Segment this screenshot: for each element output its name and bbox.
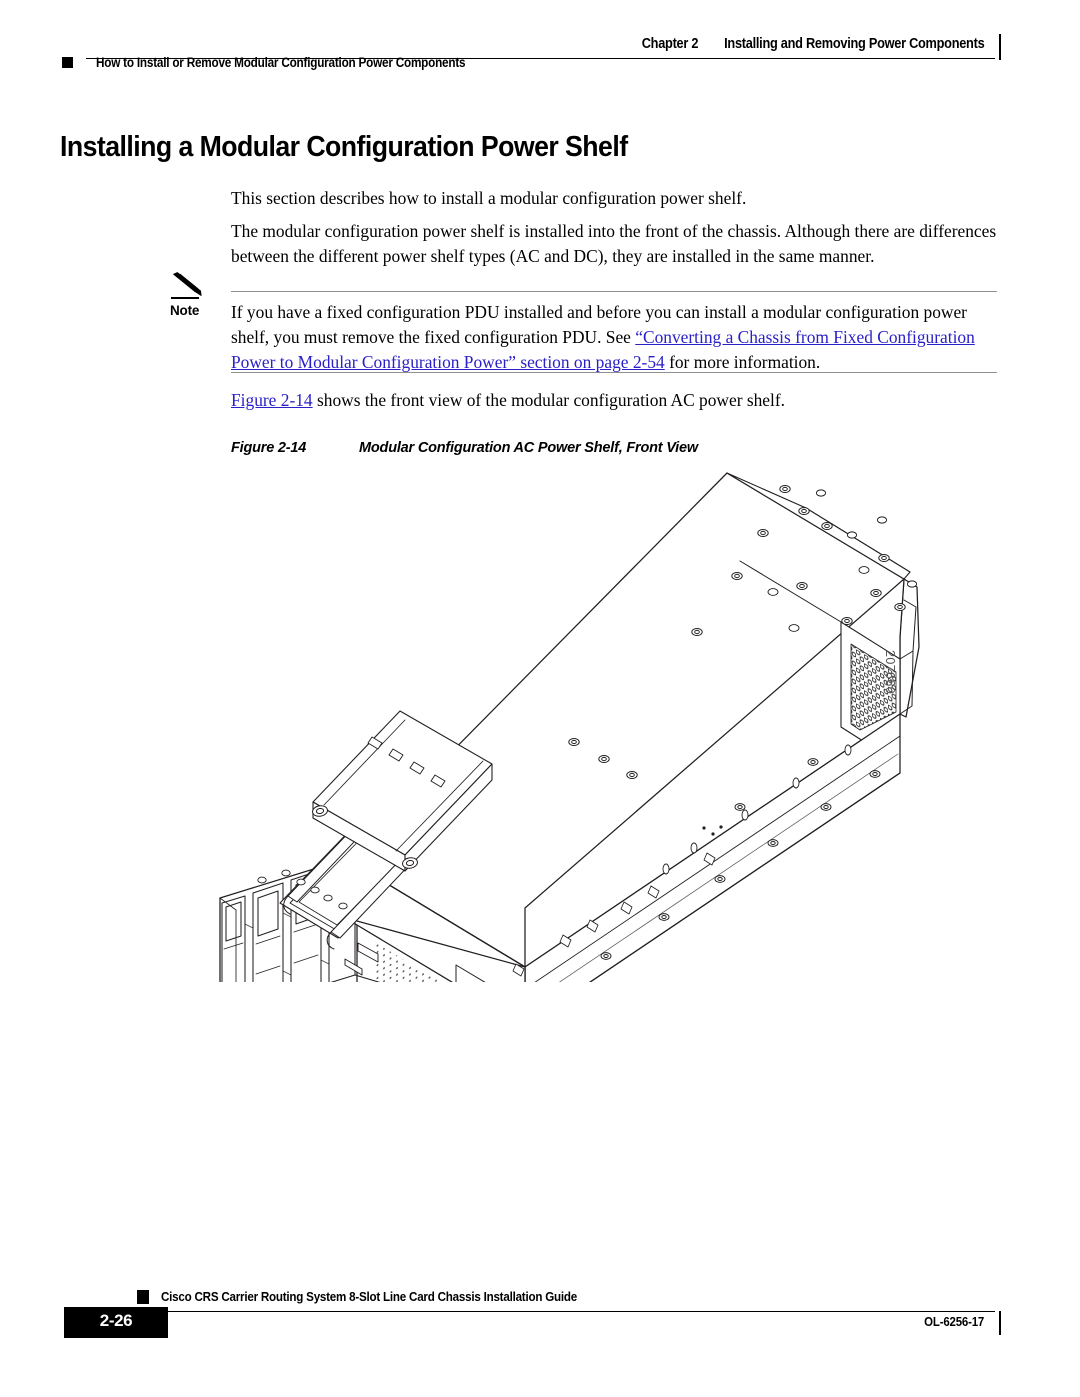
header-right-tick (999, 34, 1001, 60)
figure-reference-paragraph: Figure 2-14 shows the front view of the … (231, 388, 999, 413)
figure-caption-number: Figure 2-14 (231, 440, 307, 456)
figure-caption: Figure 2-14 Modular Configuration AC Powe… (231, 440, 698, 456)
footer-right-tick (999, 1311, 1001, 1335)
note-label: Note (170, 303, 200, 318)
header-chapter-title: Installing and Removing Power Components (723, 36, 985, 52)
detail-paragraph: The modular configuration power shelf is… (231, 221, 997, 266)
header-chapter-label: Chapter 2 (641, 36, 698, 52)
footer-doc-number: OL-6256-17 (924, 1314, 984, 1329)
pencil-icon (171, 272, 211, 298)
page-title: Installing a Modular Configuration Power… (60, 131, 628, 163)
note-rule-top (231, 291, 997, 292)
note-icon-underline (171, 297, 199, 299)
footer-guide-title: Cisco CRS Carrier Routing System 8-Slot … (161, 1289, 577, 1304)
document-page: Chapter 2 Installing and Removing Power … (0, 0, 1080, 1397)
footer-rule (80, 1311, 995, 1312)
power-shelf-illustration (200, 462, 970, 982)
header-bullet-square (62, 57, 73, 68)
figure-reference-text: shows the front view of the modular conf… (312, 390, 785, 410)
intro-paragraph: This section describes how to install a … (231, 188, 747, 208)
header-chapter: Chapter 2 Installing and Removing Power … (641, 36, 984, 52)
artwork-id: 207660 (883, 650, 897, 695)
note-text-after: for more information. (664, 352, 821, 372)
page-number: 2-26 (99, 1311, 133, 1330)
footer-bullet-square (137, 1290, 149, 1304)
figure-reference-link[interactable]: Figure 2-14 (231, 390, 313, 410)
page-footer: Cisco CRS Carrier Routing System 8-Slot … (0, 1289, 1080, 1370)
note-text: If you have a fixed configuration PDU in… (231, 300, 999, 375)
figure-caption-title: Modular Configuration AC Power Shelf, Fr… (359, 440, 698, 456)
header-section-title: How to Install or Remove Modular Configu… (96, 55, 466, 70)
page-header: Chapter 2 Installing and Removing Power … (0, 0, 1080, 80)
